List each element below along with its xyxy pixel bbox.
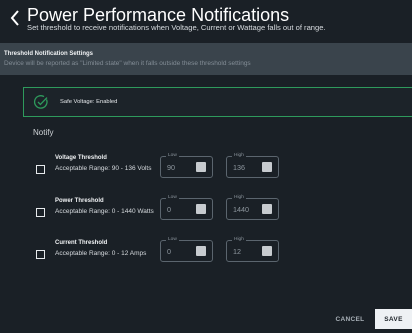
cancel-button[interactable]: CANCEL bbox=[330, 311, 370, 327]
low-field-label: Low bbox=[166, 237, 179, 243]
stepper-icon[interactable] bbox=[196, 162, 206, 172]
settings-description: Device will be reported as "Limited stat… bbox=[4, 60, 251, 67]
page-subtitle: Set threshold to receive notifications w… bbox=[27, 23, 326, 32]
power-high-value: 1440 bbox=[233, 205, 249, 214]
power-threshold-range: Acceptable Range: 0 - 1440 Watts bbox=[55, 208, 154, 215]
stepper-icon[interactable] bbox=[196, 246, 206, 256]
check-circle-icon bbox=[33, 95, 48, 109]
current-high-input[interactable]: High 12 bbox=[226, 237, 279, 262]
settings-title: Threshold Notification Settings bbox=[4, 51, 94, 57]
power-notify-checkbox[interactable] bbox=[36, 208, 45, 217]
power-high-input[interactable]: High 1440 bbox=[226, 195, 279, 220]
threshold-row-power: Power Threshold Acceptable Range: 0 - 14… bbox=[0, 192, 412, 232]
voltage-threshold-range: Acceptable Range: 90 - 136 Volts bbox=[55, 165, 152, 172]
high-field-label: High bbox=[232, 195, 246, 201]
stepper-icon[interactable] bbox=[262, 162, 272, 172]
chevron-left-icon bbox=[10, 10, 19, 26]
power-low-input[interactable]: Low 0 bbox=[160, 195, 213, 220]
current-notify-checkbox[interactable] bbox=[36, 250, 45, 259]
stepper-icon[interactable] bbox=[196, 204, 206, 214]
save-button[interactable]: SAVE bbox=[375, 309, 412, 329]
high-field-label: High bbox=[232, 153, 246, 159]
threshold-settings-banner: Threshold Notification Settings Device w… bbox=[0, 43, 412, 75]
low-field-label: Low bbox=[166, 153, 179, 159]
current-threshold-range: Acceptable Range: 0 - 12 Amps bbox=[55, 250, 147, 257]
low-field-label: Low bbox=[166, 195, 179, 201]
stepper-icon[interactable] bbox=[262, 246, 272, 256]
safe-voltage-label: Safe Voltage: Enabled bbox=[60, 99, 118, 105]
safe-voltage-status: Safe Voltage: Enabled bbox=[23, 87, 412, 117]
voltage-high-value: 136 bbox=[233, 163, 245, 172]
voltage-low-input[interactable]: Low 90 bbox=[160, 153, 213, 178]
high-field-label: High bbox=[232, 237, 246, 243]
voltage-high-input[interactable]: High 136 bbox=[226, 153, 279, 178]
current-high-value: 12 bbox=[233, 247, 241, 256]
threshold-row-current: Current Threshold Acceptable Range: 0 - … bbox=[0, 234, 412, 274]
page-header: Power Performance Notifications Set thre… bbox=[0, 0, 412, 40]
current-low-input[interactable]: Low 0 bbox=[160, 237, 213, 262]
current-threshold-title: Current Threshold bbox=[55, 240, 108, 246]
page-title: Power Performance Notifications bbox=[27, 5, 290, 25]
voltage-notify-checkbox[interactable] bbox=[36, 165, 45, 174]
power-low-value: 0 bbox=[167, 205, 171, 214]
power-threshold-title: Power Threshold bbox=[55, 198, 104, 204]
stepper-icon[interactable] bbox=[262, 204, 272, 214]
voltage-threshold-title: Voltage Threshold bbox=[55, 155, 107, 161]
notify-label: Notify bbox=[33, 128, 54, 137]
threshold-row-voltage: Voltage Threshold Acceptable Range: 90 -… bbox=[0, 149, 412, 189]
back-button[interactable] bbox=[7, 6, 23, 30]
current-low-value: 0 bbox=[167, 247, 171, 256]
voltage-low-value: 90 bbox=[167, 163, 175, 172]
